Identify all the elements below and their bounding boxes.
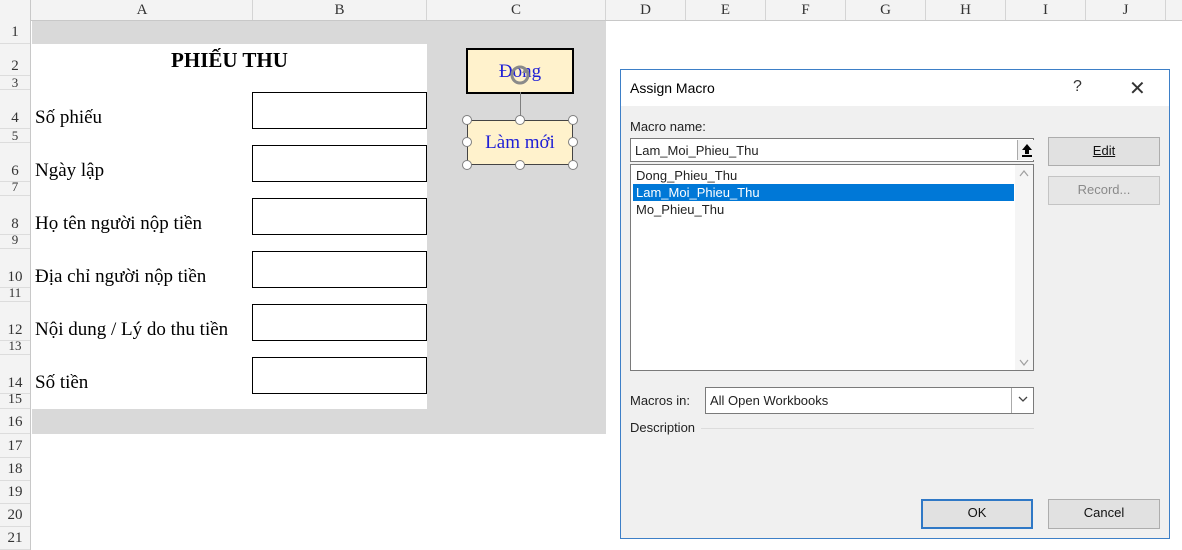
row-header-21[interactable]: 21 [0,527,30,550]
form-title: PHIẾU THU [171,48,288,72]
macro-list-item[interactable]: Dong_Phieu_Thu [633,167,1014,184]
label-payer-name: Họ tên người nộp tiền [35,213,203,234]
row-header-18[interactable]: 18 [0,458,30,481]
row-header-3[interactable]: 3 [0,76,30,90]
row-header-10[interactable]: 10 [0,249,30,288]
macros-in-value: All Open Workbooks [710,393,829,408]
macro-name-label: Macro name: [630,119,706,134]
column-header-f[interactable]: F [766,0,846,20]
input-cell-date[interactable] [252,145,427,182]
resize-handle-bottom[interactable] [515,160,525,170]
row-header-4[interactable]: 4 [0,90,30,129]
resize-handle-top[interactable] [515,115,525,125]
column-header-c[interactable]: C [427,0,606,20]
label-date: Ngày lập [35,160,105,181]
record-button: Record... [1048,176,1160,205]
macro-list[interactable]: Dong_Phieu_Thu Lam_Moi_Phieu_Thu Mo_Phie… [630,164,1034,371]
column-header-a[interactable]: A [32,0,253,20]
macros-in-select[interactable]: All Open Workbooks [705,387,1034,414]
column-header-h[interactable]: H [926,0,1006,20]
row-header-9[interactable]: 9 [0,235,30,249]
label-receipt-number: Số phiếu [35,107,103,128]
row-header-17[interactable]: 17 [0,434,30,458]
cancel-button[interactable]: Cancel [1048,499,1160,529]
row-header-15[interactable]: 15 [0,394,30,409]
resize-handle-right[interactable] [568,137,578,147]
row-header-12[interactable]: 12 [0,302,30,341]
input-cell-payer-address[interactable] [252,251,427,288]
scroll-up-icon[interactable] [1019,169,1029,180]
assign-macro-dialog: Assign Macro ? ✕ Macro name: Lam_Moi_Phi… [620,69,1170,539]
macro-list-item-selected[interactable]: Lam_Moi_Phieu_Thu [633,184,1014,201]
row-header-6[interactable]: 6 [0,143,30,182]
description-divider [701,428,1034,429]
resize-handle-bottom-right[interactable] [568,160,578,170]
row-header-5[interactable]: 5 [0,129,30,143]
label-reason: Nội dung / Lý do thu tiền [35,319,229,340]
row-header-7[interactable]: 7 [0,182,30,196]
input-cell-amount[interactable] [252,357,427,394]
edit-button-label: Edit [1092,143,1116,158]
label-payer-address: Địa chỉ người nộp tiền [35,266,207,287]
scroll-down-icon[interactable] [1019,355,1029,370]
close-icon[interactable]: ✕ [1129,76,1146,101]
collapse-arrow-icon[interactable] [1017,140,1035,160]
resize-handle-left[interactable] [462,137,472,147]
row-header-1[interactable]: 1 [0,21,30,44]
macro-name-input[interactable]: Lam_Moi_Phieu_Thu [630,138,1035,162]
select-all-corner[interactable] [0,0,31,20]
macro-name-value: Lam_Moi_Phieu_Thu [635,143,759,158]
row-header-13[interactable]: 13 [0,341,30,355]
resize-handle-top-right[interactable] [568,115,578,125]
column-header-e[interactable]: E [686,0,766,20]
edit-button[interactable]: Edit [1048,137,1160,166]
ok-button[interactable]: OK [921,499,1033,529]
resize-handle-top-left[interactable] [462,115,472,125]
input-cell-payer-name[interactable] [252,198,427,235]
resize-handle-bottom-left[interactable] [462,160,472,170]
column-header-b[interactable]: B [253,0,427,20]
row-header-2[interactable]: 2 [0,44,30,76]
macros-in-label: Macros in: [630,393,690,408]
macro-list-scrollbar[interactable] [1015,165,1033,370]
column-header-i[interactable]: I [1006,0,1086,20]
input-cell-reason[interactable] [252,304,427,341]
chevron-down-icon[interactable] [1011,388,1034,413]
row-header-19[interactable]: 19 [0,481,30,504]
label-amount: Số tiền [35,372,89,393]
row-header-14[interactable]: 14 [0,355,30,394]
row-header-11[interactable]: 11 [0,288,30,302]
input-cell-receipt-number[interactable] [252,92,427,129]
record-button-label: Record... [1077,182,1131,197]
row-header-16[interactable]: 16 [0,409,30,434]
description-label: Description [630,420,696,435]
row-header-20[interactable]: 20 [0,504,30,527]
column-header-d[interactable]: D [606,0,686,20]
macro-list-item[interactable]: Mo_Phieu_Thu [633,201,1014,218]
refresh-form-shape-button[interactable]: Làm mới [467,120,573,165]
row-header-8[interactable]: 8 [0,196,30,235]
dialog-title: Assign Macro [630,80,715,96]
help-button[interactable]: ? [1073,78,1082,96]
column-header-g[interactable]: G [846,0,926,20]
rotate-handle-icon[interactable] [509,64,531,86]
column-header-j[interactable]: J [1086,0,1166,20]
